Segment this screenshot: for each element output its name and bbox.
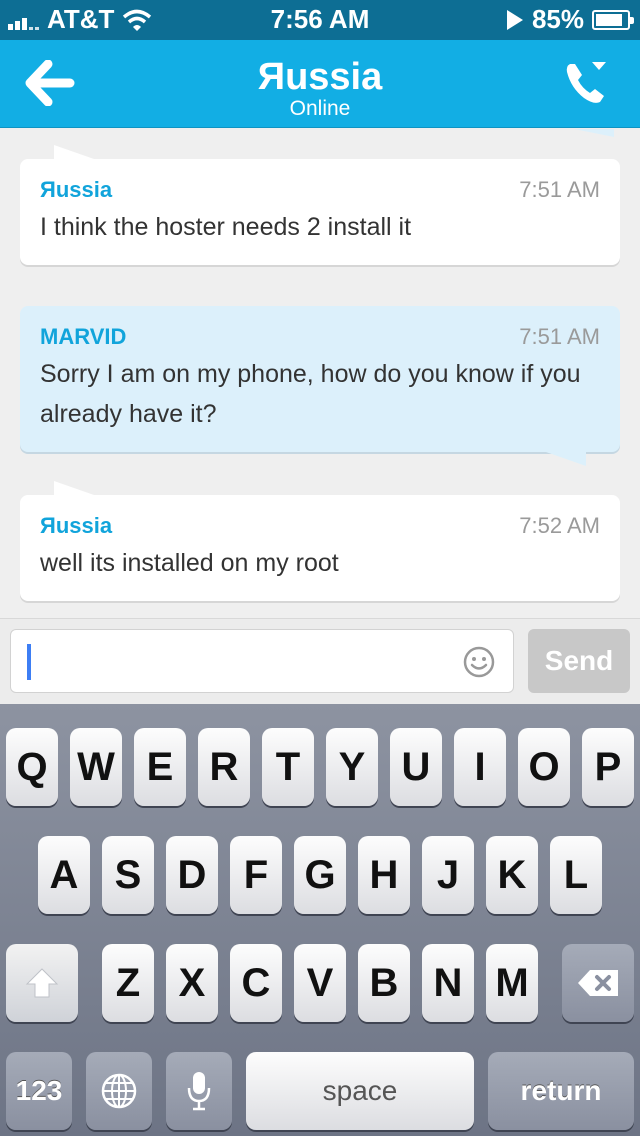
key-l[interactable]: L: [550, 836, 602, 914]
message-time: 7:51 AM: [519, 324, 600, 349]
battery-percent: 85%: [531, 4, 584, 34]
key-q[interactable]: Q: [6, 728, 58, 806]
key-v[interactable]: V: [294, 944, 346, 1022]
key-a[interactable]: A: [38, 836, 90, 914]
return-key[interactable]: return: [488, 1052, 634, 1130]
bubble-tail: [574, 129, 614, 137]
message-time: 7:52 AM: [519, 513, 600, 538]
location-arrow-icon: [506, 9, 523, 30]
key-k[interactable]: K: [486, 836, 538, 914]
key-m[interactable]: M: [486, 944, 538, 1022]
bubble-tail: [546, 452, 586, 466]
backspace-key[interactable]: [562, 944, 634, 1022]
key-i[interactable]: I: [454, 728, 506, 806]
message-text: I think the hoster needs 2 install it: [40, 213, 412, 241]
dictation-key[interactable]: [166, 1052, 232, 1130]
key-c[interactable]: C: [230, 944, 282, 1022]
message-sender: MARVID: [40, 324, 127, 349]
send-button[interactable]: Send: [528, 629, 630, 693]
bubble-tail: [54, 481, 94, 495]
key-j[interactable]: J: [422, 836, 474, 914]
key-r[interactable]: R: [198, 728, 250, 806]
key-g[interactable]: G: [294, 836, 346, 914]
key-d[interactable]: D: [166, 836, 218, 914]
contact-name[interactable]: Яussia: [0, 56, 640, 99]
message-text: well its installed on my root: [40, 549, 339, 577]
key-o[interactable]: O: [518, 728, 570, 806]
return-key-label: return: [520, 1075, 602, 1106]
key-w[interactable]: W: [70, 728, 122, 806]
space-key[interactable]: space: [246, 1052, 474, 1130]
numbers-key[interactable]: 123: [6, 1052, 72, 1130]
smiley-icon[interactable]: [463, 646, 495, 678]
phone-call-icon[interactable]: [562, 58, 612, 108]
key-h[interactable]: H: [358, 836, 410, 914]
compose-bar: Send: [0, 618, 640, 704]
key-t[interactable]: T: [262, 728, 314, 806]
text-cursor: [27, 644, 31, 680]
numbers-key-label: 123: [15, 1075, 63, 1106]
battery-icon: [592, 9, 634, 30]
message-sender: Яussia: [40, 513, 113, 538]
message-bubble[interactable]: Яussia 7:52 AM well its installed on my …: [20, 481, 620, 601]
key-b[interactable]: B: [358, 944, 410, 1022]
message-bubble[interactable]: Яussia 7:51 AM I think the hoster needs …: [20, 145, 620, 265]
battery-fill: [596, 13, 622, 26]
key-x[interactable]: X: [166, 944, 218, 1022]
key-e[interactable]: E: [134, 728, 186, 806]
globe-icon: [101, 1073, 137, 1109]
key-u[interactable]: U: [390, 728, 442, 806]
key-n[interactable]: N: [422, 944, 474, 1022]
globe-key[interactable]: [86, 1052, 152, 1130]
contact-status: Online: [289, 97, 351, 120]
message-time: 7:51 AM: [519, 177, 600, 202]
microphone-icon: [187, 1072, 211, 1111]
message-input[interactable]: [10, 629, 514, 693]
shift-arrow-icon: [25, 968, 59, 998]
message-bubble-self[interactable]: MARVID 7:51 AM Sorry I am on my phone, h…: [20, 306, 620, 466]
backspace-icon: [578, 970, 618, 996]
message-sender: Яussia: [40, 177, 113, 202]
bubble-tail: [54, 145, 94, 159]
key-s[interactable]: S: [102, 836, 154, 914]
key-f[interactable]: F: [230, 836, 282, 914]
chat-header: Яussia Online: [0, 40, 640, 128]
status-right: 85%: [506, 4, 634, 35]
key-p[interactable]: P: [582, 728, 634, 806]
key-z[interactable]: Z: [102, 944, 154, 1022]
key-y[interactable]: Y: [326, 728, 378, 806]
status-bar: AT&T 7:56 AM 85%: [0, 0, 640, 40]
message-text: Sorry I am on my phone, how do you know …: [40, 360, 581, 428]
keyboard: Q W E R T Y U I O P A S D F G H J K L Z …: [0, 704, 640, 1136]
message-list[interactable]: Яussia 7:51 AM I think the hoster needs …: [0, 129, 640, 618]
shift-key[interactable]: [6, 944, 78, 1022]
